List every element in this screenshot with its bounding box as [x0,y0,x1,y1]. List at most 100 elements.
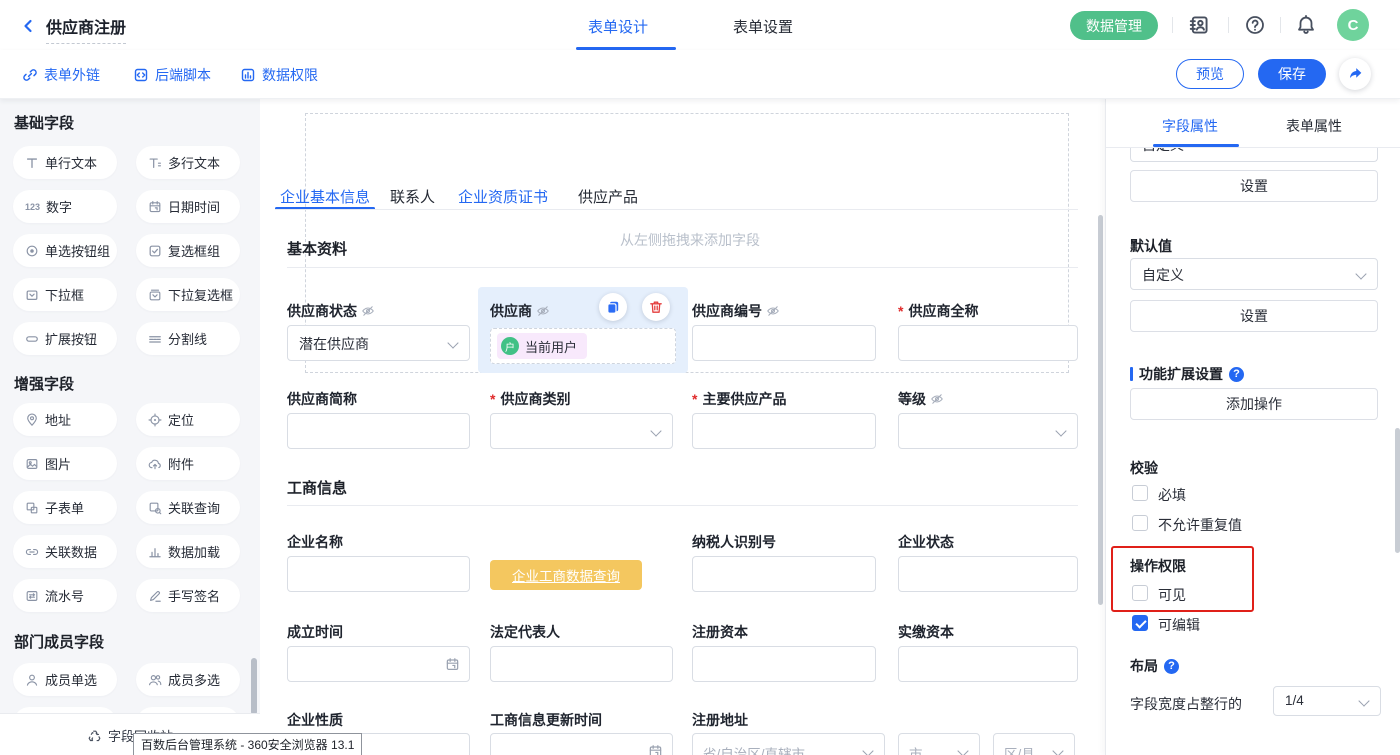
required-asterisk: * [692,391,697,407]
field-width-label: 字段宽度占整行的 [1130,694,1242,714]
properties-panel: 字段属性 表单属性 自定义 设置 默认值 自定义 设置 功能扩展设置 添加操作 … [1105,98,1400,755]
sidebar-item-multi-text[interactable]: 多行文本 [136,146,240,179]
set-button-top[interactable]: 设置 [1130,170,1378,202]
data-manage-button[interactable]: 数据管理 [1070,11,1158,40]
tab-field-properties[interactable]: 字段属性 [1162,116,1218,136]
sidebar-item-datetime[interactable]: 日期时间 [136,190,240,223]
dropdown-multi-icon [148,288,162,302]
tab-form-design[interactable]: 表单设计 [588,16,648,37]
form-tab-contacts[interactable]: 联系人 [390,186,435,207]
preview-button[interactable]: 预览 [1176,59,1244,89]
tab-form-properties[interactable]: 表单属性 [1286,116,1342,136]
sidebar-scrollbar-thumb[interactable] [251,658,257,715]
sidebar-item-serial-number[interactable]: 流水号 [13,579,117,612]
sidebar-item-data-load[interactable]: 数据加载 [136,535,240,568]
business-data-query-button[interactable]: 企业工商数据查询 [490,560,642,590]
backend-script-link[interactable]: 后端脚本 [133,65,211,85]
supplier-full-name-input[interactable] [898,325,1078,361]
sidebar-item-signature[interactable]: 手写签名 [136,579,240,612]
sidebar-item-address[interactable]: 地址 [13,403,117,436]
default-value-select[interactable]: 自定义 [1130,258,1378,290]
eye-off-icon [766,304,780,318]
panel-scrollbar-thumb[interactable] [1395,428,1400,553]
selected-field-supplier[interactable]: 供应商 户 当前用户 [478,287,688,373]
sidebar-item-relation-data[interactable]: 关联数据 [13,535,117,568]
sidebar-item-divider-field[interactable]: 分割线 [136,322,240,355]
sidebar-item-single-text[interactable]: 单行文本 [13,146,117,179]
address-icon [25,413,39,427]
field-label-company-name: 企业名称 [287,532,343,552]
help-icon[interactable] [1229,367,1244,382]
form-section-title: 工商信息 [287,477,347,498]
address-district-select[interactable]: 区/县 [993,733,1075,755]
taxpayer-id-input[interactable] [692,556,876,592]
contact-book-icon[interactable] [1188,14,1210,36]
field-label-business-update-time: 工商信息更新时间 [490,710,602,730]
legal-rep-input[interactable] [490,646,673,682]
avatar[interactable]: C [1337,9,1369,41]
add-operation-button[interactable]: 添加操作 [1130,388,1378,420]
field-label-company-status: 企业状态 [898,532,954,552]
business-update-time-input[interactable] [490,733,673,755]
paid-capital-input[interactable] [898,646,1078,682]
editable-checkbox[interactable] [1132,615,1148,631]
sidebar-item-dropdown-multi[interactable]: 下拉复选框 [136,278,240,311]
form-tab-company-info[interactable]: 企业基本信息 [280,186,370,207]
share-button[interactable] [1339,58,1371,90]
sidebar-item-extend-button[interactable]: 扩展按钮 [13,322,117,355]
establish-date-input[interactable] [287,646,470,682]
sidebar-item-relation-query[interactable]: 关联查询 [136,491,240,524]
city-placeholder: 市 [909,743,923,755]
section-title-member-fields: 部门成员字段 [14,631,104,652]
supplier-input[interactable]: 户 当前用户 [490,328,676,364]
district-placeholder: 区/县 [1004,743,1035,755]
sidebar-item-subform[interactable]: 子表单 [13,491,117,524]
grade-select[interactable] [898,413,1078,449]
help-icon[interactable] [1244,14,1266,36]
save-button[interactable]: 保存 [1258,59,1326,89]
recycle-icon [87,728,102,743]
sidebar-item-dropdown[interactable]: 下拉框 [13,278,117,311]
delete-field-button[interactable] [642,293,670,321]
address-city-select[interactable]: 市 [898,733,980,755]
sidebar-item-checkbox-group[interactable]: 复选框组 [136,234,240,267]
sidebar-item-number[interactable]: 123数字 [13,190,117,223]
required-checkbox[interactable] [1132,485,1148,501]
form-external-link[interactable]: 表单外链 [22,65,100,85]
company-status-input[interactable] [898,556,1078,592]
help-icon[interactable] [1164,659,1179,674]
copy-field-button[interactable] [599,293,627,321]
sidebar-item-radio-group[interactable]: 单选按钮组 [13,234,117,267]
main-products-input[interactable] [692,413,876,449]
canvas-scrollbar-thumb[interactable] [1098,215,1103,605]
default-value-set-button[interactable]: 设置 [1130,300,1378,332]
sidebar-item-member-multi[interactable]: 成员多选 [136,663,240,696]
address-province-select[interactable]: 省/自治区/直辖市 [692,733,885,755]
sidebar-item-image[interactable]: 图片 [13,447,117,480]
form-tab-supply-products[interactable]: 供应产品 [578,186,638,207]
current-user-tag[interactable]: 户 当前用户 [497,333,587,359]
form-tab-qualification[interactable]: 企业资质证书 [458,186,548,207]
eye-off-icon [361,304,375,318]
sidebar-item-locate[interactable]: 定位 [136,403,240,436]
sidebar-item-attachment[interactable]: 附件 [136,447,240,480]
bell-icon[interactable] [1295,14,1317,36]
tab-form-settings[interactable]: 表单设置 [733,16,793,37]
supplier-no-input[interactable] [692,325,876,361]
back-button[interactable] [20,17,36,35]
data-permission-link[interactable]: 数据权限 [240,65,318,85]
no-duplicate-checkbox[interactable] [1132,515,1148,531]
supplier-category-select[interactable] [490,413,673,449]
field-label-paid-capital: 实缴资本 [898,622,954,642]
required-asterisk: * [898,303,903,319]
field-label-supplier-full-name: * 供应商全称 [898,301,978,321]
chevron-down-icon [862,745,873,755]
company-name-input[interactable] [287,556,470,592]
supplier-short-name-input[interactable] [287,413,470,449]
supplier-status-select[interactable]: 潜在供应商 [287,325,470,361]
chevron-down-icon [1052,745,1063,755]
sidebar-item-member-single[interactable]: 成员单选 [13,663,117,696]
field-width-select[interactable]: 1/4 [1273,686,1381,716]
cutoff-select[interactable]: 自定义 [1130,148,1378,162]
registered-capital-input[interactable] [692,646,876,682]
